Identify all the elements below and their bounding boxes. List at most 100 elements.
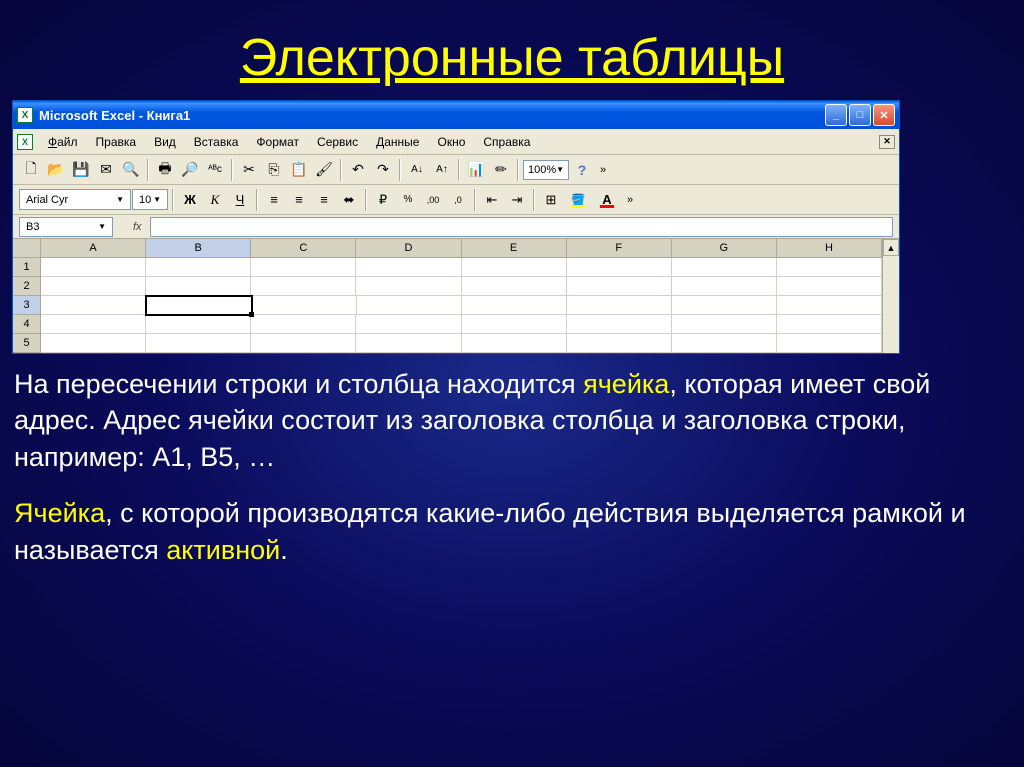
undo-icon[interactable]: ↶	[346, 158, 370, 182]
close-button[interactable]: ✕	[873, 104, 895, 126]
new-icon[interactable]: 🗋	[19, 158, 43, 182]
cell[interactable]	[462, 334, 567, 353]
decrease-decimal-icon[interactable]: ,0	[446, 188, 470, 212]
cell[interactable]	[672, 334, 777, 353]
cell[interactable]	[462, 258, 567, 277]
preview-icon[interactable]: 🔎	[178, 158, 202, 182]
cell[interactable]	[567, 277, 672, 296]
font-size-selector[interactable]: 10▼	[132, 189, 168, 210]
paste-icon[interactable]: 📋	[287, 158, 311, 182]
currency-icon[interactable]: ₽	[371, 188, 395, 212]
cell[interactable]	[567, 258, 672, 277]
row-header-2[interactable]: 2	[13, 277, 41, 296]
cell[interactable]	[567, 315, 672, 334]
decrease-indent-icon[interactable]: ⇤	[480, 188, 504, 212]
col-header-h[interactable]: H	[777, 239, 882, 258]
increase-decimal-icon[interactable]: ,00	[421, 188, 445, 212]
cell[interactable]	[357, 296, 462, 315]
menu-data[interactable]: Данные	[367, 132, 428, 152]
merge-icon[interactable]: ⬌	[337, 188, 361, 212]
drawing-icon[interactable]: ✏	[489, 158, 513, 182]
col-header-c[interactable]: C	[251, 239, 356, 258]
cell[interactable]	[41, 277, 146, 296]
cell[interactable]	[777, 258, 882, 277]
col-header-g[interactable]: G	[672, 239, 777, 258]
copy-icon[interactable]: ⎘	[262, 158, 286, 182]
menu-tools[interactable]: Сервис	[308, 132, 367, 152]
cell[interactable]	[567, 334, 672, 353]
menu-help[interactable]: Справка	[474, 132, 539, 152]
cell[interactable]	[672, 315, 777, 334]
search-icon[interactable]: 🔍	[119, 158, 143, 182]
email-icon[interactable]: ✉	[94, 158, 118, 182]
align-right-icon[interactable]: ≡	[312, 188, 336, 212]
fx-label[interactable]: fx	[133, 221, 142, 233]
borders-icon[interactable]: ⊞	[539, 188, 563, 212]
font-color-button[interactable]: A	[593, 189, 621, 211]
cell[interactable]	[777, 296, 882, 315]
menu-window[interactable]: Окно	[428, 132, 474, 152]
italic-button[interactable]: К	[203, 188, 227, 212]
underline-button[interactable]: Ч	[228, 188, 252, 212]
chart-icon[interactable]: 📊	[464, 158, 488, 182]
cell[interactable]	[251, 334, 356, 353]
cell[interactable]	[356, 258, 461, 277]
menu-view[interactable]: Вид	[145, 132, 185, 152]
help-icon[interactable]: ?	[570, 158, 594, 182]
doc-close-button[interactable]: ✕	[879, 135, 895, 149]
cell[interactable]	[462, 315, 567, 334]
col-header-f[interactable]: F	[567, 239, 672, 258]
cell[interactable]	[356, 315, 461, 334]
maximize-button[interactable]: □	[849, 104, 871, 126]
cell[interactable]	[146, 315, 251, 334]
menu-edit[interactable]: Правка	[87, 132, 146, 152]
active-cell[interactable]	[145, 295, 253, 316]
name-box[interactable]: B3▼	[19, 217, 113, 237]
redo-icon[interactable]: ↷	[371, 158, 395, 182]
zoom-box[interactable]: 100%▼	[523, 160, 569, 180]
cell[interactable]	[251, 277, 356, 296]
menu-file[interactable]: Файл	[39, 132, 87, 152]
col-header-b[interactable]: B	[146, 239, 251, 258]
format-painter-icon[interactable]: 🖌	[312, 158, 336, 182]
save-icon[interactable]: 💾	[69, 158, 93, 182]
row-header-3[interactable]: 3	[13, 296, 41, 315]
cell[interactable]	[356, 334, 461, 353]
vertical-scrollbar[interactable]: ▲	[882, 239, 899, 353]
row-header-5[interactable]: 5	[13, 334, 41, 353]
print-icon[interactable]: 🖶	[153, 158, 177, 182]
percent-icon[interactable]: %	[396, 188, 420, 212]
fill-color-button[interactable]: 🪣	[564, 189, 592, 211]
cell[interactable]	[672, 277, 777, 296]
col-header-d[interactable]: D	[356, 239, 461, 258]
align-left-icon[interactable]: ≡	[262, 188, 286, 212]
sort-desc-icon[interactable]: A↑	[430, 158, 454, 182]
cell[interactable]	[356, 277, 461, 296]
cell[interactable]	[462, 296, 567, 315]
align-center-icon[interactable]: ≡	[287, 188, 311, 212]
select-all-corner[interactable]	[13, 239, 41, 258]
increase-indent-icon[interactable]: ⇥	[505, 188, 529, 212]
cut-icon[interactable]: ✂	[237, 158, 261, 182]
document-icon[interactable]: X	[17, 134, 33, 150]
open-icon[interactable]: 📂	[44, 158, 68, 182]
scroll-up-icon[interactable]: ▲	[883, 239, 899, 256]
scroll-track[interactable]	[883, 256, 899, 353]
cell[interactable]	[462, 277, 567, 296]
toolbar-more-icon[interactable]: »	[622, 194, 638, 206]
formula-input[interactable]	[150, 217, 893, 237]
cell[interactable]	[672, 296, 777, 315]
cell[interactable]	[41, 315, 146, 334]
font-selector[interactable]: Arial Cyr▼	[19, 189, 131, 210]
cell[interactable]	[672, 258, 777, 277]
col-header-e[interactable]: E	[462, 239, 567, 258]
minimize-button[interactable]: _	[825, 104, 847, 126]
cell[interactable]	[146, 258, 251, 277]
sheet-grid[interactable]: A B C D E F G H 1 2 3 4	[13, 239, 882, 353]
menu-format[interactable]: Формат	[247, 132, 308, 152]
row-header-1[interactable]: 1	[13, 258, 41, 277]
cell[interactable]	[777, 277, 882, 296]
bold-button[interactable]: Ж	[178, 188, 202, 212]
row-header-4[interactable]: 4	[13, 315, 41, 334]
cell[interactable]	[252, 296, 357, 315]
